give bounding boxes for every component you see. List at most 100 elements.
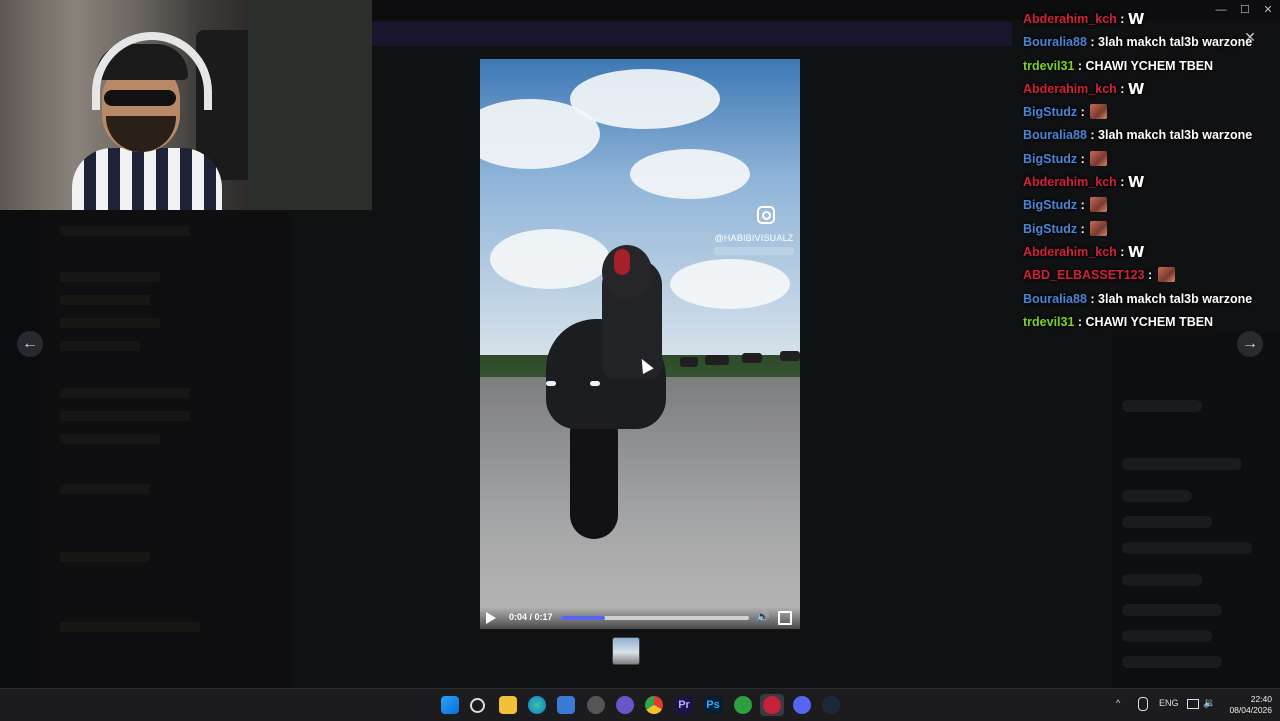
clock-time: 22:40: [1250, 694, 1272, 704]
car: [705, 355, 729, 365]
chat-username[interactable]: Abderahim_kch: [1023, 82, 1117, 96]
headlight: [546, 381, 556, 386]
chat-username[interactable]: trdevil31: [1023, 315, 1074, 329]
speaker-icon[interactable]: 🔉: [1203, 698, 1215, 709]
face-emote-icon: [1157, 267, 1175, 283]
webcam-overlay: [0, 0, 248, 210]
video-time: 0:04 / 0:17: [509, 612, 553, 622]
chat-separator: :: [1077, 198, 1089, 213]
chat-username[interactable]: BigStudz: [1023, 222, 1077, 236]
face-emote-icon: [1090, 150, 1108, 166]
chat-message: trdevil31 : CHAWI YCHEM TBEN: [1023, 56, 1273, 79]
language-indicator[interactable]: ENG: [1159, 698, 1179, 708]
chat-separator: :: [1086, 291, 1099, 306]
chat-username[interactable]: Abderahim_kch: [1023, 12, 1117, 26]
chat-username[interactable]: BigStudz: [1023, 152, 1077, 166]
tray-chevron-icon[interactable]: ^: [1116, 698, 1120, 708]
chat-separator: :: [1086, 35, 1099, 50]
chat-message: trdevil31 : CHAWI YCHEM TBEN: [1023, 312, 1273, 335]
discord-icon[interactable]: [793, 696, 811, 714]
taskbar: Pr Ps ^ ENG 🔉 22:40 08/04/2026: [0, 688, 1280, 721]
face-emote-icon: [1090, 220, 1108, 236]
chat-message: BigStudz :: [1023, 219, 1273, 242]
car: [742, 353, 762, 363]
chat-username[interactable]: Bouralia88: [1023, 128, 1087, 142]
watermark-subtext: [714, 247, 794, 255]
chat-separator: :: [1116, 12, 1128, 26]
chat-separator: :: [1077, 105, 1089, 120]
search-icon[interactable]: [470, 698, 485, 713]
previous-arrow-icon[interactable]: ←: [17, 331, 43, 357]
media-thumbnail[interactable]: [612, 637, 640, 665]
chat-message: Abderahim_kch : W: [1023, 9, 1273, 32]
watermark-handle: @HABIBIVISUALZ: [714, 233, 794, 243]
webcam-side-strip: [248, 0, 372, 210]
cloud: [630, 149, 750, 199]
chat-message: Abderahim_kch : W: [1023, 242, 1273, 265]
chat-message: ABD_ELBASSET123 :: [1023, 265, 1273, 288]
w-emote-icon: W: [1127, 173, 1145, 192]
file-explorer-icon[interactable]: [499, 696, 517, 714]
chat-text: 3lah makch tal3b warzone: [1098, 291, 1253, 306]
chat-separator: :: [1077, 221, 1089, 236]
chat-username[interactable]: ABD_ELBASSET123: [1023, 268, 1145, 282]
chat-text: 3lah makch tal3b warzone: [1098, 35, 1253, 50]
clock[interactable]: 22:40 08/04/2026: [1220, 694, 1272, 716]
streamer-beard: [106, 116, 176, 152]
cloud: [570, 69, 720, 129]
w-emote-icon: W: [1127, 242, 1145, 261]
helmet-stripe: [614, 249, 630, 275]
car: [780, 351, 800, 361]
chat-message: BigStudz :: [1023, 195, 1273, 218]
steam-icon[interactable]: [822, 696, 840, 714]
chat-message: Bouralia88 : 3lah makch tal3b warzone: [1023, 125, 1273, 148]
start-icon[interactable]: [441, 696, 459, 714]
chat-username[interactable]: Bouralia88: [1023, 292, 1087, 306]
chat-message: BigStudz :: [1023, 102, 1273, 125]
streamer-shirt: [72, 148, 222, 210]
photoshop-icon[interactable]: Ps: [704, 696, 722, 714]
chat-username[interactable]: trdevil31: [1023, 59, 1074, 73]
headlight: [590, 381, 600, 386]
edge-icon[interactable]: [528, 696, 546, 714]
chat-username[interactable]: Abderahim_kch: [1023, 175, 1117, 189]
chat-username[interactable]: Bouralia88: [1023, 35, 1087, 49]
premiere-icon[interactable]: Pr: [675, 696, 693, 714]
chat-message: Bouralia88 : 3lah makch tal3b warzone: [1023, 32, 1273, 55]
chat-separator: :: [1116, 244, 1128, 259]
chat-separator: :: [1116, 175, 1128, 190]
chat-username[interactable]: BigStudz: [1023, 105, 1077, 119]
xbox-icon[interactable]: [734, 696, 752, 714]
store-icon[interactable]: [557, 696, 575, 714]
chat-username[interactable]: BigStudz: [1023, 198, 1077, 212]
video-progress-fill: [561, 616, 606, 620]
chrome-icon[interactable]: [645, 696, 663, 714]
chat-username[interactable]: Abderahim_kch: [1023, 245, 1117, 259]
car: [680, 357, 698, 367]
app-icon[interactable]: [587, 696, 605, 714]
microphone-icon[interactable]: [1138, 697, 1148, 711]
w-emote-icon: W: [1127, 10, 1145, 28]
instagram-icon: [757, 206, 775, 224]
face-emote-icon: [1090, 104, 1108, 120]
fullscreen-icon[interactable]: [778, 611, 792, 625]
volume-icon[interactable]: 🔊: [756, 611, 770, 623]
chat-separator: :: [1077, 151, 1089, 166]
cloud: [670, 259, 790, 309]
chat-message: BigStudz :: [1023, 149, 1273, 172]
network-icon[interactable]: [1187, 699, 1199, 709]
play-icon[interactable]: [486, 612, 496, 624]
video-progress-bar[interactable]: [561, 616, 749, 620]
chat-message: Abderahim_kch : W: [1023, 79, 1273, 102]
face-emote-icon: [1090, 197, 1108, 213]
chat-text: CHAWI YCHEM TBEN: [1085, 314, 1214, 329]
video-player[interactable]: @HABIBIVISUALZ: [480, 59, 800, 629]
media-player-icon[interactable]: [763, 696, 781, 714]
chat-separator: :: [1074, 58, 1086, 73]
chat-app-icon[interactable]: [616, 696, 634, 714]
chat-separator: :: [1116, 81, 1128, 96]
clock-date: 08/04/2026: [1229, 705, 1272, 715]
stream-chat: Abderahim_kch : W Bouralia88 : 3lah makch…: [1023, 9, 1273, 335]
cloud: [490, 229, 610, 289]
chat-separator: :: [1144, 268, 1156, 283]
